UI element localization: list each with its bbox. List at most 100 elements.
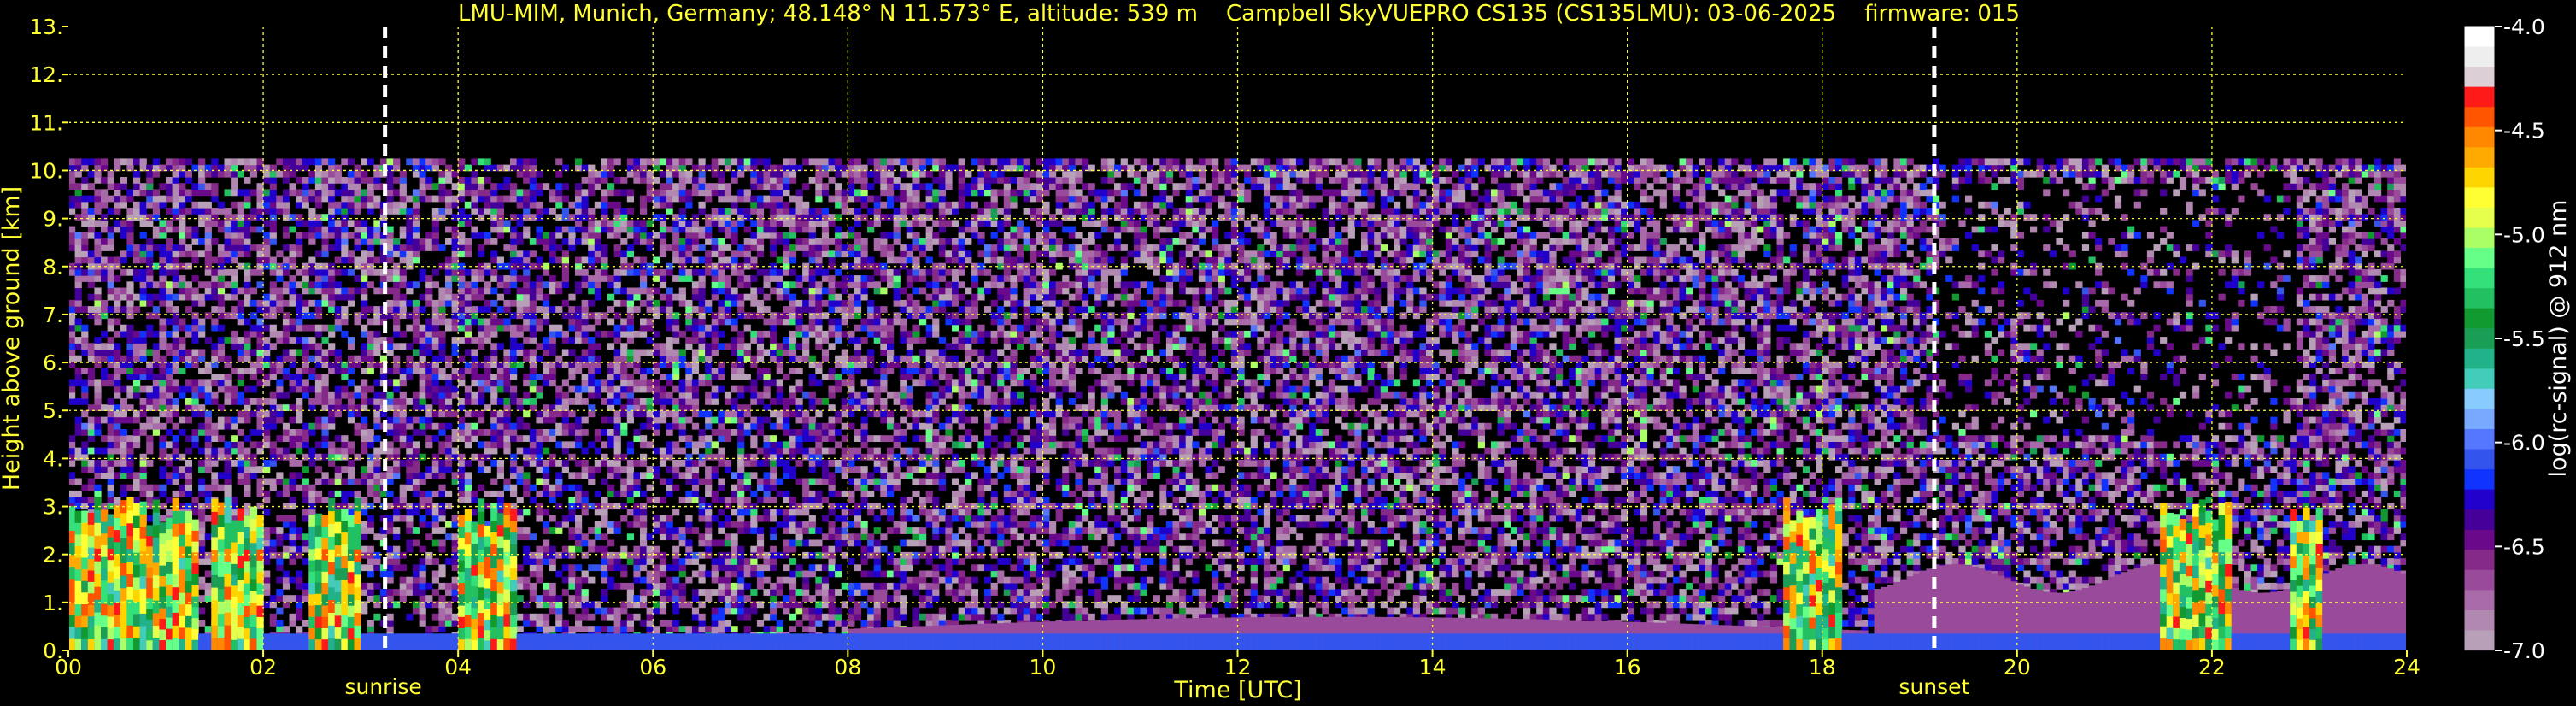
heatmap-cell — [582, 472, 589, 479]
heatmap-cell — [633, 460, 640, 467]
heatmap-cell — [173, 454, 179, 461]
heatmap-cell — [666, 337, 673, 344]
heatmap-cell — [523, 448, 530, 455]
heatmap-cell — [601, 497, 607, 503]
heatmap-cell — [393, 386, 400, 393]
heatmap-cell — [270, 177, 277, 184]
heatmap-cell — [335, 171, 342, 178]
heatmap-cell — [211, 448, 218, 455]
heatmap-cell — [562, 238, 569, 245]
heatmap-cell — [244, 343, 250, 350]
heatmap-cell — [660, 392, 666, 399]
heatmap-cell — [68, 350, 75, 356]
heatmap-cell — [108, 350, 114, 356]
heatmap-cell — [218, 306, 225, 313]
heatmap-cell — [575, 546, 582, 553]
heatmap-cell — [666, 485, 673, 491]
heatmap-cell — [231, 214, 238, 221]
heatmap-cell — [685, 196, 692, 203]
heatmap-cell — [503, 435, 510, 442]
heatmap-cell — [478, 319, 484, 326]
heatmap-cell — [341, 208, 348, 215]
heatmap-cell — [627, 300, 634, 307]
heatmap-cell — [146, 515, 153, 522]
heatmap-cell — [536, 491, 543, 497]
heatmap-cell — [543, 595, 549, 602]
heatmap-cell — [250, 158, 257, 165]
heatmap-cell — [120, 368, 127, 374]
heatmap-cell — [159, 232, 166, 239]
heatmap-cell — [218, 257, 225, 264]
heatmap-cell — [159, 466, 166, 473]
heatmap-cell — [633, 398, 640, 405]
heatmap-cell — [114, 497, 120, 503]
heatmap-cell — [244, 232, 250, 239]
heatmap-cell — [296, 220, 302, 227]
heatmap-cell — [373, 595, 380, 602]
heatmap-cell — [283, 595, 290, 602]
heatmap-cell — [205, 392, 212, 399]
heatmap-cell — [328, 294, 335, 301]
heatmap-cell — [367, 460, 374, 467]
heatmap-cell — [400, 300, 407, 307]
heatmap-cell — [588, 220, 595, 227]
heatmap-cell — [640, 269, 647, 276]
heatmap-cell — [536, 509, 543, 516]
heatmap-cell — [588, 177, 595, 184]
heatmap-cell — [478, 379, 484, 386]
heatmap-cell — [380, 275, 387, 282]
heatmap-cell — [420, 454, 426, 461]
heatmap-cell — [173, 325, 179, 332]
heatmap-cell — [270, 325, 277, 332]
heatmap-cell — [250, 429, 257, 436]
heatmap-cell — [640, 454, 647, 461]
heatmap-cell — [94, 423, 101, 430]
heatmap-cell — [231, 202, 238, 209]
heatmap-cell — [647, 583, 654, 590]
heatmap-cell — [250, 398, 257, 405]
heatmap-cell — [75, 257, 82, 264]
heatmap-cell — [536, 208, 543, 215]
heatmap-cell — [393, 533, 400, 540]
heatmap-cell — [692, 379, 699, 386]
heatmap-cell — [465, 177, 472, 184]
heatmap-cell — [633, 435, 640, 442]
heatmap-cell — [126, 441, 133, 448]
heatmap-cell — [692, 325, 699, 332]
heatmap-cell — [335, 257, 342, 264]
heatmap-cell — [173, 386, 179, 393]
heatmap-cell — [387, 189, 394, 196]
heatmap-cell — [666, 227, 673, 233]
heatmap-cell — [595, 533, 601, 540]
heatmap-cell — [140, 423, 147, 430]
heatmap-cell — [126, 466, 133, 473]
heatmap-cell — [225, 312, 232, 319]
heatmap-cell — [179, 238, 185, 245]
heatmap-cell — [341, 435, 348, 442]
heatmap-cell — [335, 479, 342, 485]
heatmap-cell — [536, 479, 543, 485]
heatmap-cell — [341, 374, 348, 380]
heatmap-cell — [588, 275, 595, 282]
heatmap-cell — [211, 214, 218, 221]
heatmap-cell — [666, 533, 673, 540]
heatmap-cell — [601, 177, 607, 184]
heatmap-cell — [679, 448, 686, 455]
heatmap-cell — [341, 250, 348, 257]
heatmap-cell — [555, 491, 562, 497]
heatmap-cell — [225, 257, 232, 264]
heatmap-cell — [679, 398, 686, 405]
heatmap-cell — [478, 429, 484, 436]
heatmap-cell — [94, 189, 101, 196]
heatmap-cell — [308, 288, 315, 295]
heatmap-cell — [614, 220, 621, 227]
heatmap-cell — [322, 386, 329, 393]
heatmap-cell — [607, 417, 614, 424]
heatmap-cell — [322, 435, 329, 442]
heatmap-cell — [308, 196, 315, 203]
heatmap-cell — [328, 441, 335, 448]
heatmap-cell — [367, 227, 374, 233]
heatmap-cell — [88, 485, 95, 491]
heatmap-cell — [185, 479, 192, 485]
heatmap-cell — [153, 244, 160, 251]
